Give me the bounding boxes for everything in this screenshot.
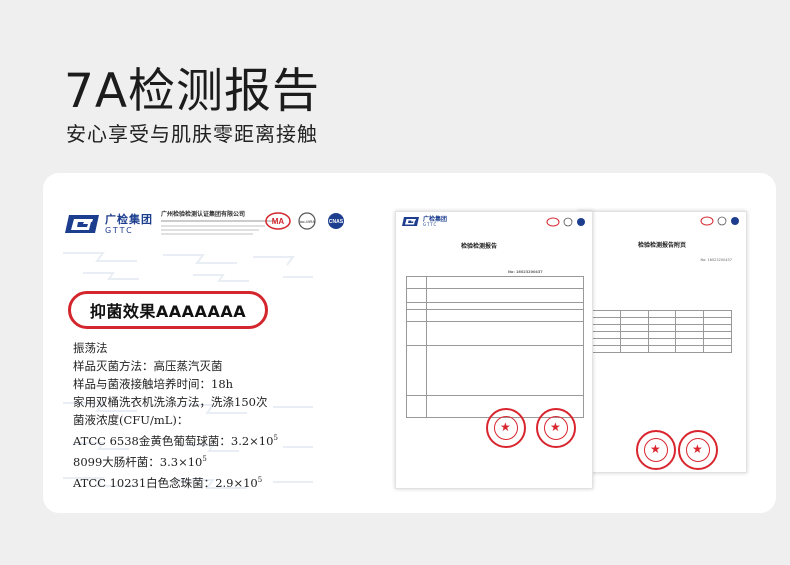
report-appendix-page: 检验检测报告附页 No: 16023200437 ★ ★ <box>577 211 747 473</box>
strain-exponent: 5 <box>202 455 207 463</box>
brand-name: 广检集团 <box>105 212 153 226</box>
appendix-title: 检验检测报告附页 <box>637 242 686 249</box>
ilac-mra-mark-icon: ilac-MRA <box>298 212 316 230</box>
official-seal-icon: ★ <box>536 408 576 448</box>
brand-name-en: GTTC <box>105 225 134 235</box>
gttc-logo-icon <box>65 215 99 233</box>
report-main-page: 广检集团 GTTC 检验检测报告 No: 16023200437 ★ ★ <box>395 211 593 489</box>
strain-value: 3.3×10 <box>159 455 203 469</box>
ilac-mra-mark-icon <box>717 216 727 226</box>
detail-line: 样品与菌液接触培养时间：18h <box>73 377 234 391</box>
strain-exponent: 5 <box>257 476 263 484</box>
cnas-mark-icon <box>577 217 585 226</box>
report-card: 广检集团 GTTC 广州检验检测认证集团有限公司 MA ilac-MRA CNA… <box>43 173 776 513</box>
ilac-mra-mark-icon <box>563 217 573 226</box>
cma-mark-icon: MA <box>265 212 291 230</box>
report-doc-no: No: 16023200437 <box>508 270 543 274</box>
page-title: 7A检测报告 <box>64 64 321 119</box>
detail-line: 菌液浓度(CFU/mL)： <box>73 413 189 427</box>
cma-mark-icon <box>700 216 714 226</box>
strain-value: 2.9×10 <box>215 476 258 490</box>
detail-line: 样品灭菌方法：高压蒸汽灭菌 <box>73 359 223 373</box>
certification-logos: MA ilac-MRA CNAS <box>265 211 349 231</box>
report-doc-title: 检验检测报告 <box>460 243 497 250</box>
strain-name: ATCC 6538金黄色葡萄球菌： <box>73 434 231 448</box>
strain-line: ATCC 10231白色念珠菌：2.9×105 <box>73 471 333 492</box>
strain-line: ATCC 6538金黄色葡萄球菌：3.2×105 <box>73 429 333 450</box>
strain-line: 8099大肠杆菌：3.3×105 <box>73 450 333 471</box>
page-subtitle: 安心享受与肌肤零距离接触 <box>66 122 318 146</box>
report-info-table <box>406 276 584 418</box>
institution-name: 广州检验检测认证集团有限公司 <box>161 211 246 218</box>
detail-line: 振荡法 <box>73 341 108 355</box>
official-seal-icon: ★ <box>678 430 718 470</box>
doc-brand-name-en: GTTC <box>423 221 438 227</box>
ilac-mark-text: ilac-MRA <box>299 219 316 224</box>
strain-name: ATCC 10231白色念珠菌： <box>73 476 216 490</box>
test-details: 振荡法 样品灭菌方法：高压蒸汽灭菌 样品与菌液接触培养时间：18h 家用双桶洗衣… <box>73 339 333 492</box>
cma-mark-text: MA <box>272 217 285 226</box>
antibacterial-badge: 抑菌效果AAAAAAA <box>68 291 268 329</box>
appendix-report-no: No: 16023200437 <box>700 258 732 262</box>
brand-logo: 广检集团 GTTC <box>65 213 153 235</box>
cnas-mark-text: CNAS <box>329 219 344 225</box>
official-seal-icon: ★ <box>636 430 676 470</box>
cma-mark-icon <box>546 217 560 226</box>
cnas-mark-icon: CNAS <box>328 213 344 229</box>
strain-value: 3.2×10 <box>230 434 274 448</box>
detail-line: 家用双桶洗衣机洗涤方法，洗涤150次 <box>73 395 268 409</box>
official-seal-icon: ★ <box>486 408 526 448</box>
strain-exponent: 5 <box>273 434 278 442</box>
strain-name: 8099大肠杆菌： <box>73 455 160 469</box>
institution-info: 广州检验检测认证集团有限公司 <box>161 211 276 237</box>
appendix-results-table <box>592 310 732 353</box>
cnas-mark-icon <box>731 217 739 225</box>
gttc-logo-icon <box>402 217 419 226</box>
